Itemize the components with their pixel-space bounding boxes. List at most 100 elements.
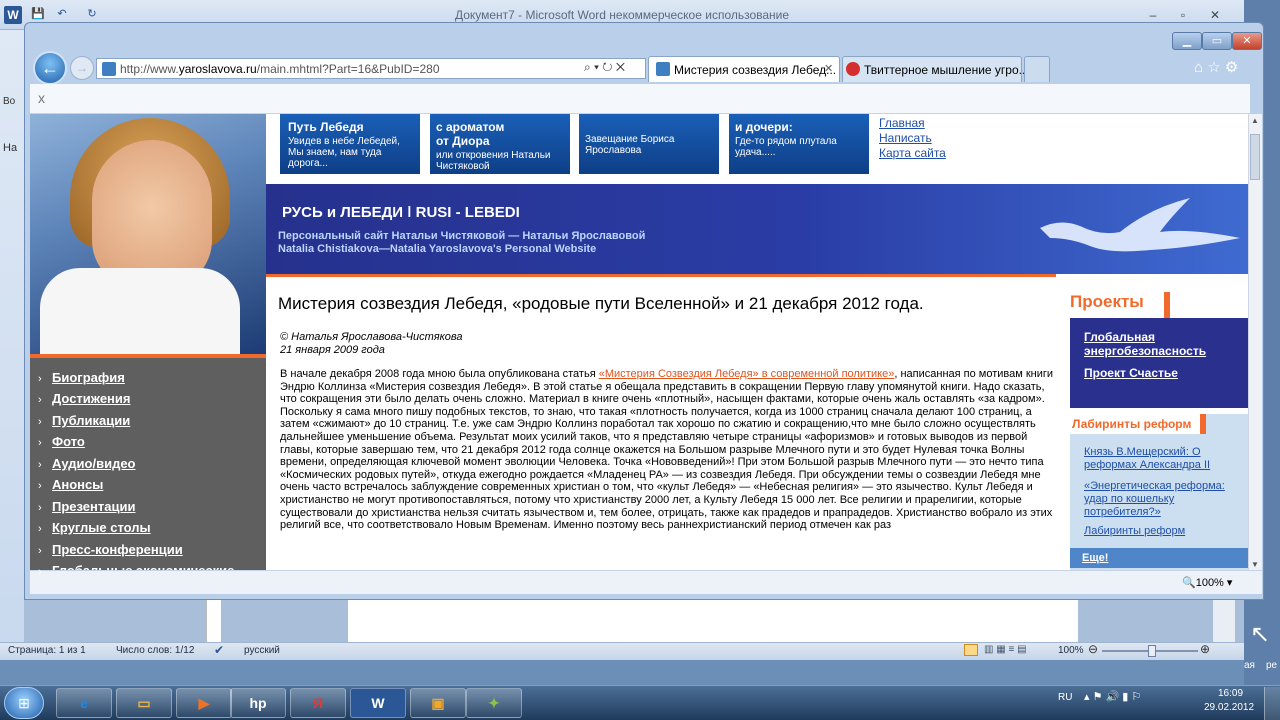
promo-card[interactable]: Путь Лебедя Увидев в небе Лебедей, Мы зн… xyxy=(280,114,420,174)
ie-statusbar xyxy=(30,570,1262,594)
nav-press-conferences[interactable]: Пресс-конференции xyxy=(52,542,183,557)
zoom-out-icon[interactable]: ⊖ xyxy=(1088,642,1098,656)
tab-favicon xyxy=(846,62,860,76)
scroll-thumb[interactable] xyxy=(1250,134,1260,180)
labyrinth-link[interactable]: Князь В.Мещерский: О реформах Александра… xyxy=(1084,446,1234,472)
taskbar-app-icon[interactable]: ▣ xyxy=(410,688,466,718)
taskbar-word-icon[interactable]: W xyxy=(350,688,406,718)
word-page[interactable] xyxy=(348,598,1078,642)
nav-bullet-icon: › xyxy=(38,373,42,385)
ie-command-bar xyxy=(30,84,1250,114)
promo-title: от Диора xyxy=(436,134,490,148)
address-controls[interactable]: ⌕ ▾ ↻ ✕ xyxy=(584,60,625,75)
promo-card[interactable]: Завещание Бориса Ярославова xyxy=(579,114,719,174)
status-language[interactable]: русский xyxy=(244,645,280,656)
spellcheck-icon[interactable]: ✔ xyxy=(214,643,224,657)
taskbar-media-icon[interactable]: ▶ xyxy=(176,688,232,718)
nav-photo[interactable]: Фото xyxy=(52,434,85,449)
tab-label[interactable]: Твиттерное мышление угро... xyxy=(864,63,1029,77)
taskbar-yandex-icon[interactable]: Я xyxy=(290,688,346,718)
nav-bullet-icon: › xyxy=(38,523,42,535)
scroll-down-icon[interactable]: ▼ xyxy=(1251,560,1259,569)
photo-shirt xyxy=(40,268,240,354)
scroll-up-icon[interactable]: ▲ xyxy=(1251,116,1259,125)
promo-card[interactable]: и дочери: Где-то рядом плутала удача....… xyxy=(729,114,869,174)
status-page[interactable]: Страница: 1 из 1 xyxy=(8,645,86,656)
banner-title: РУСЬ и ЛЕБЕДИ ǀ RUSI - LEBEDI xyxy=(282,204,520,221)
new-tab-button[interactable] xyxy=(1024,56,1050,82)
ie-maximize-button[interactable]: ▭ xyxy=(1202,32,1232,50)
print-layout-icon[interactable] xyxy=(964,644,978,656)
tray-time[interactable]: 16:09 xyxy=(1218,688,1243,699)
nav-achievements[interactable]: Достижения xyxy=(52,391,130,406)
page-scrollbar[interactable] xyxy=(1248,114,1262,570)
ie-toolbar-icons[interactable]: ⌂ ☆ ⚙ xyxy=(1194,58,1238,76)
desktop-text: ая xyxy=(1244,660,1255,671)
project-link-happiness[interactable]: Проект Счастье xyxy=(1084,366,1178,380)
labyrinths-header: Лабиринты реформ xyxy=(1070,414,1200,434)
close-bar-icon[interactable]: x xyxy=(38,90,45,106)
zoom-slider-thumb[interactable] xyxy=(1148,645,1156,657)
show-desktop-button[interactable] xyxy=(1264,687,1280,720)
tab-favicon xyxy=(656,62,670,76)
nav-publications[interactable]: Публикации xyxy=(52,413,130,428)
tab-label[interactable]: Мистерия созвездия Лебед... xyxy=(674,63,836,77)
tab-close-icon[interactable]: ✕ xyxy=(824,62,833,75)
banner-subtitle-ru: Персональный сайт Натальи Чистяковой — Н… xyxy=(278,230,646,242)
labyrinth-link[interactable]: Лабиринты реформ xyxy=(1084,525,1234,538)
taskbar-network-icon[interactable]: ✦ xyxy=(466,688,522,718)
ie-zoom[interactable]: 🔍100% ▾ xyxy=(1182,576,1232,589)
word-ribbon-label: На xyxy=(3,142,18,154)
nav-biography[interactable]: Биография xyxy=(52,370,125,385)
vertical-ruler xyxy=(206,598,222,642)
nav-presentations[interactable]: Презентации xyxy=(52,499,135,514)
promo-card[interactable]: с ароматом от Диора или откровения Натал… xyxy=(430,114,570,174)
taskbar-hp-icon[interactable]: hp xyxy=(230,688,286,718)
link-home[interactable]: Главная xyxy=(879,116,946,131)
tray-date[interactable]: 29.02.2012 xyxy=(1204,702,1254,713)
article-date: 21 января 2009 года xyxy=(280,344,385,356)
nav-bullet-icon: › xyxy=(38,566,42,578)
labyrinths-more-link[interactable]: Еще! xyxy=(1070,548,1248,568)
article-text: , написанная по мотивам книги Эндрю Колл… xyxy=(280,368,1054,532)
nav-round-tables[interactable]: Круглые столы xyxy=(52,520,151,535)
word-ribbon-side xyxy=(0,30,24,642)
status-words[interactable]: Число слов: 1/12 xyxy=(116,645,194,656)
nav-bullet-icon: › xyxy=(38,502,42,514)
nav-bullet-icon: › xyxy=(38,437,42,449)
back-button[interactable]: ← xyxy=(33,51,67,85)
promo-text: Завещание Бориса Ярославова xyxy=(585,134,675,156)
status-zoom[interactable]: 100% xyxy=(1058,645,1084,656)
address-text[interactable]: http://www.yaroslavova.ru/main.mhtml?Par… xyxy=(120,62,440,76)
article-link[interactable]: «Мистерия Созвездия Лебедя» в современно… xyxy=(599,368,895,380)
zoom-icon: 🔍 xyxy=(1182,577,1196,589)
forward-button[interactable]: → xyxy=(70,56,94,80)
page-icon xyxy=(102,62,116,76)
desktop-arrow-icon: ↖ xyxy=(1250,621,1271,648)
link-write[interactable]: Написать xyxy=(879,131,946,146)
desktop-text: ре xyxy=(1266,660,1278,671)
labyrinth-link[interactable]: «Энергетическая реформа: удар по кошельк… xyxy=(1084,480,1234,519)
tray-icons[interactable]: ▴ ⚑ 🔊 ▮ ⚐ xyxy=(1084,690,1141,703)
taskbar-ie-icon[interactable]: e xyxy=(56,688,112,718)
article-intro: В начале декабря 2008 года мною была опу… xyxy=(280,368,599,380)
word-scrollbar[interactable] xyxy=(1213,598,1235,642)
nav-global-economic[interactable]: Глобальные экономические xyxy=(52,563,234,570)
address-domain: yaroslavova.ru xyxy=(178,62,257,76)
nav-bullet-icon: › xyxy=(38,545,42,557)
nav-bullet-icon: › xyxy=(38,459,42,471)
nav-announcements[interactable]: Анонсы xyxy=(52,477,103,492)
taskbar-explorer-icon[interactable]: ▭ xyxy=(116,688,172,718)
tray-language[interactable]: RU xyxy=(1058,692,1072,703)
nav-audio-video[interactable]: Аудио/видео xyxy=(52,456,136,471)
project-link-energy[interactable]: Глобальная энергобезопасность xyxy=(1084,330,1224,358)
swan-icon xyxy=(1040,198,1240,252)
banner-subtitle-en: Natalia Chistiakova—Natalia Yaroslavova'… xyxy=(278,243,597,255)
ie-minimize-button[interactable]: ▁ xyxy=(1172,32,1202,50)
link-sitemap[interactable]: Карта сайта xyxy=(879,146,946,161)
view-buttons[interactable]: ▥ ▦ ≡ ▤ xyxy=(984,644,1027,655)
zoom-in-icon[interactable]: ⊕ xyxy=(1200,642,1210,656)
nav-bullet-icon: › xyxy=(38,416,42,428)
ie-close-button[interactable]: ✕ xyxy=(1232,32,1262,50)
nav-bullet-icon: › xyxy=(38,480,42,492)
